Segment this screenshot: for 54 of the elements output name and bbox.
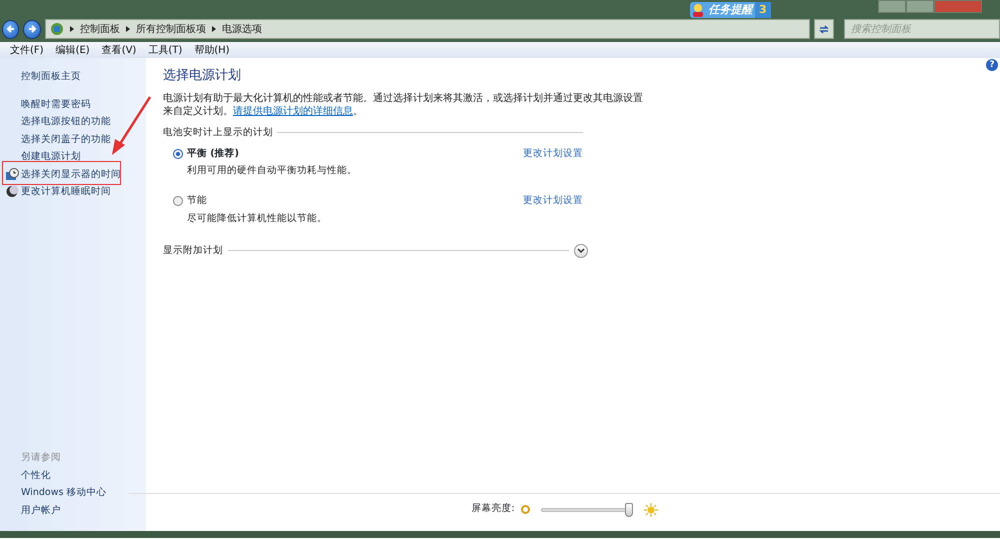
moon-icon [5, 185, 19, 198]
sidebar-link[interactable]: 用户帐户 [21, 502, 61, 519]
sidebar-link[interactable]: 控制面板主页 [21, 68, 81, 86]
sidebar-link[interactable]: 选择关闭盖子的功能 [21, 130, 111, 148]
sidebar-link[interactable]: 个性化 [21, 466, 51, 484]
control-panel-icon [50, 22, 64, 36]
details-link[interactable]: 请提供电源计划的详细信息 [233, 106, 353, 117]
dim-sun-icon [520, 505, 530, 514]
sidebar-link[interactable]: 更改计算机睡眠时间 [21, 183, 111, 200]
sidebar-link[interactable]: 选择电源按钮的功能 [21, 113, 111, 130]
refresh-icon [818, 22, 830, 35]
plan-name: 平衡 (推荐) [187, 146, 240, 161]
back-arrow-icon [6, 24, 16, 34]
plan-description: 利用可用的硬件自动平衡功耗与性能。 [187, 164, 358, 178]
breadcrumb-item[interactable]: 控制面板 [80, 22, 120, 36]
section-heading: 电池安时计上显示的计划 [163, 126, 273, 140]
breadcrumb-item[interactable]: 电源选项 [222, 22, 262, 36]
brightness-label: 屏幕亮度: [471, 502, 515, 516]
back-button[interactable] [2, 20, 20, 38]
address-bar[interactable]: 控制面板 所有控制面板项 电源选项 [44, 19, 810, 39]
search-field[interactable]: 搜索控制面板 [844, 19, 1000, 39]
notification-label: 任务提醒 [708, 2, 755, 18]
menu-item[interactable]: 查看(V) [96, 42, 142, 58]
slider-thumb[interactable] [624, 502, 633, 516]
arrow-annotation-icon [110, 95, 152, 157]
plan-name: 节能 [187, 194, 208, 208]
section-heading: 显示附加计划 [163, 244, 223, 258]
help-button[interactable]: ? [986, 59, 998, 71]
plan-description: 尽可能降低计算机性能以节能。 [187, 212, 328, 226]
forward-button[interactable] [23, 20, 41, 38]
sidebar-link[interactable]: 选择关闭显示器的时间 [21, 166, 121, 183]
radio-button[interactable] [173, 196, 183, 206]
description: 电源计划有助于最大化计算机的性能或者节能。通过选择计划来将其激活，或选择计划并通过更改其电源设置来自定义计划。请提供电源计划的详细信息。 [163, 92, 644, 118]
radio-button[interactable] [173, 148, 183, 159]
sidebar-link[interactable]: 唤醒时需要密码 [21, 96, 91, 113]
monitor-clock-icon [5, 168, 19, 181]
expand-button[interactable] [574, 244, 588, 258]
sidebar-heading: 另请参阅 [21, 451, 61, 465]
change-settings-link[interactable]: 更改计划设置 [523, 194, 583, 209]
menu-item[interactable]: 帮助(H) [188, 42, 236, 58]
page-title: 选择电源计划 [163, 68, 242, 84]
change-settings-link[interactable]: 更改计划设置 [523, 146, 583, 162]
menu-item[interactable]: 编辑(E) [50, 42, 96, 58]
chevron-down-icon [577, 248, 585, 254]
menu-item[interactable]: 文件(F) [4, 42, 50, 58]
sidebar-link[interactable]: Windows 移动中心 [21, 484, 106, 502]
breadcrumb-item[interactable]: 所有控制面板项 [136, 22, 206, 36]
refresh-button[interactable] [814, 19, 834, 39]
person-icon [690, 3, 706, 17]
sidebar-link[interactable]: 创建电源计划 [21, 148, 81, 166]
bright-sun-icon [644, 502, 658, 516]
menu-item[interactable]: 工具(T) [142, 42, 188, 58]
forward-arrow-icon [27, 24, 38, 34]
notification-count: 3 [755, 2, 771, 18]
